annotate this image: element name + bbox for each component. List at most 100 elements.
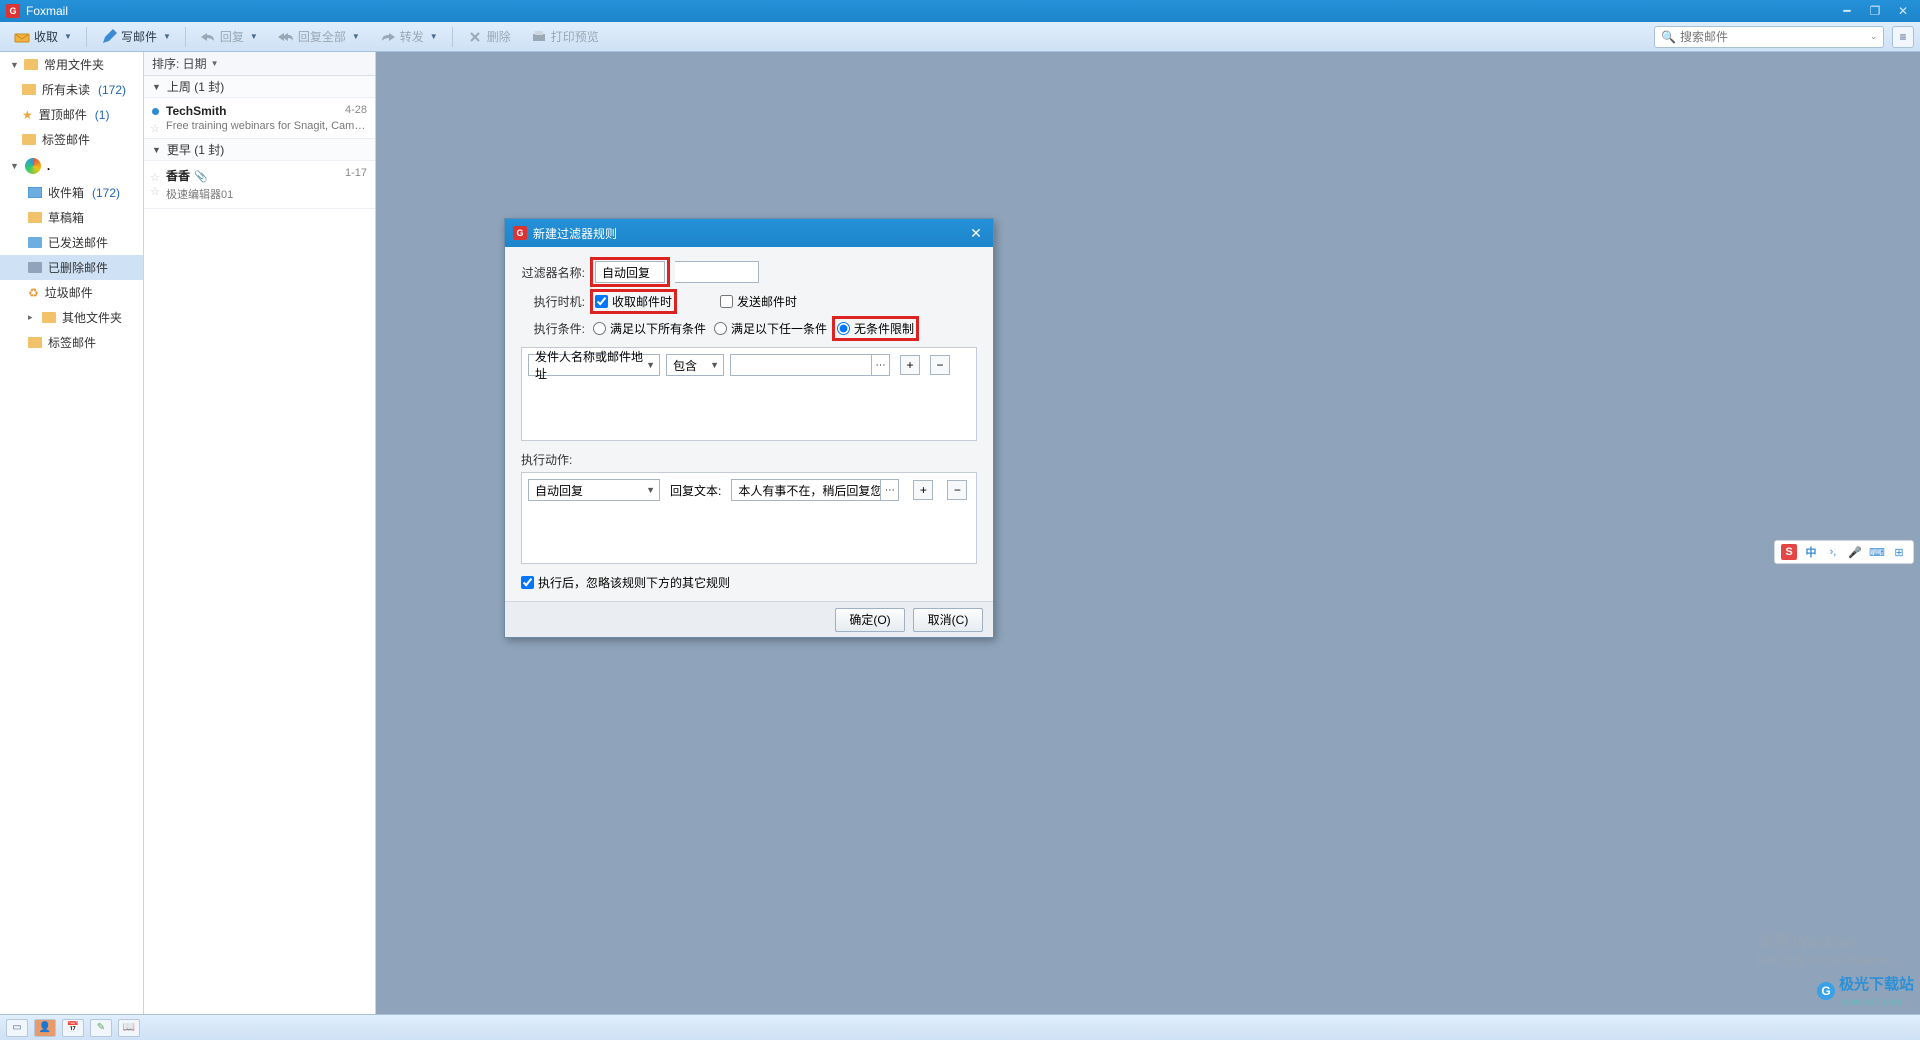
cond-any-input[interactable] <box>714 322 727 335</box>
reply-all-label: 回复全部 <box>298 28 346 45</box>
on-send-checkbox[interactable]: 发送邮件时 <box>720 293 797 310</box>
chevron-down-icon: ▼ <box>646 360 655 370</box>
cond-field-select[interactable]: 发件人名称或邮件地址 ▼ <box>528 354 660 376</box>
status-btn-3[interactable]: 📅 <box>62 1019 84 1037</box>
grid-icon[interactable]: ⊞ <box>1891 544 1907 560</box>
on-receive-check[interactable] <box>595 295 608 308</box>
mail-item[interactable]: ☆ TechSmith 4-28 Free training webinars … <box>144 98 375 139</box>
receive-button[interactable]: 收取 ▼ <box>6 25 80 48</box>
chevron-down-icon: ▼ <box>10 161 19 171</box>
skip-rest-check[interactable] <box>521 576 534 589</box>
search-input[interactable] <box>1680 30 1866 44</box>
highlight-none: 无条件限制 <box>832 316 919 341</box>
maximize-button[interactable]: ❐ <box>1864 3 1886 19</box>
cond-none-input[interactable] <box>837 322 850 335</box>
sidebar-pinned[interactable]: ★ 置顶邮件 (1) <box>0 102 143 127</box>
cond-value-input[interactable]: ⋯ <box>730 354 890 376</box>
star-icon[interactable]: ☆ <box>150 185 160 198</box>
dialog-close-button[interactable]: ✕ <box>967 224 985 242</box>
chevron-down-icon: ▼ <box>710 360 719 370</box>
cancel-button[interactable]: 取消(C) <box>913 608 983 632</box>
sidebar-tagged[interactable]: 标签邮件 <box>0 127 143 152</box>
delete-button[interactable]: 删除 <box>459 25 519 48</box>
minimize-button[interactable]: ━ <box>1836 3 1858 19</box>
status-btn-2[interactable]: 👤 <box>34 1019 56 1037</box>
sidebar-tags[interactable]: 标签邮件 <box>0 330 143 355</box>
sidebar-common-folder[interactable]: ▼ 常用文件夹 <box>0 52 143 77</box>
mic-icon[interactable]: 🎤 <box>1847 544 1863 560</box>
on-receive-checkbox[interactable]: 收取邮件时 <box>595 293 672 310</box>
cond-any-radio[interactable]: 满足以下任一条件 <box>714 320 827 337</box>
ellipsis-button[interactable]: ⋯ <box>880 480 898 500</box>
close-button[interactable]: ✕ <box>1892 3 1914 19</box>
cond-all-input[interactable] <box>593 322 606 335</box>
mail-date: 1-17 <box>345 167 367 184</box>
skip-rest-checkbox[interactable]: 执行后，忽略该规则下方的其它规则 <box>521 574 977 591</box>
chevron-down-icon: ▼ <box>250 32 258 41</box>
forward-button[interactable]: 转发 ▼ <box>372 25 446 48</box>
status-btn-5[interactable]: 📖 <box>118 1019 140 1037</box>
chevron-right-icon: ▸ <box>28 312 36 323</box>
inbox-icon <box>28 187 42 198</box>
on-send-check[interactable] <box>720 295 733 308</box>
chevron-down-icon: ▼ <box>430 32 438 41</box>
mail-group-header[interactable]: ▼ 上周 (1 封) <box>144 76 375 98</box>
remove-condition-button[interactable]: − <box>930 355 950 375</box>
group-title: 更早 (1 封) <box>167 141 224 158</box>
reply-button[interactable]: 回复 ▼ <box>192 25 266 48</box>
mail-item[interactable]: ☆ ☆ 香香📎 1-17 极速编辑器01 <box>144 161 375 209</box>
add-action-button[interactable]: + <box>913 480 933 500</box>
sidebar-label: 垃圾邮件 <box>45 284 93 301</box>
add-condition-button[interactable]: + <box>900 355 920 375</box>
sidebar-drafts[interactable]: 草稿箱 <box>0 205 143 230</box>
star-icon[interactable]: ☆ <box>150 171 160 184</box>
cond-none-radio[interactable]: 无条件限制 <box>837 320 914 337</box>
folder-icon <box>22 134 36 145</box>
reply-label: 回复 <box>220 28 244 45</box>
sidebar-other[interactable]: ▸ 其他文件夹 <box>0 305 143 330</box>
sidebar-label: 草稿箱 <box>48 209 84 226</box>
keyboard-icon[interactable]: ⌨ <box>1869 544 1885 560</box>
ime-punct[interactable]: ›, <box>1825 544 1841 560</box>
filter-name-input[interactable] <box>595 261 665 283</box>
cond-all-radio[interactable]: 满足以下所有条件 <box>593 320 706 337</box>
group-title: 上周 (1 封) <box>167 78 224 95</box>
sidebar-inbox[interactable]: 收件箱 (172) <box>0 180 143 205</box>
site-watermark: G 极光下载站 www.xz7.com <box>1817 973 1914 1008</box>
ellipsis-button[interactable]: ⋯ <box>871 355 889 375</box>
chevron-down-icon: ▼ <box>646 485 655 495</box>
action-type-value: 自动回复 <box>535 482 583 499</box>
watermark-subtitle: 转到"设置"以激活 Windows。 <box>1757 952 1901 968</box>
sidebar-sent[interactable]: 已发送邮件 <box>0 230 143 255</box>
sort-header[interactable]: 排序: 日期 ▼ <box>144 52 375 76</box>
print-preview-button[interactable]: 打印预览 <box>523 25 607 48</box>
star-icon[interactable]: ☆ <box>150 122 160 135</box>
reply-all-button[interactable]: 回复全部 ▼ <box>270 25 368 48</box>
status-btn-4[interactable]: ✎ <box>90 1019 112 1037</box>
ime-toolbar[interactable]: S 中 ›, 🎤 ⌨ ⊞ <box>1774 540 1914 564</box>
chevron-down-icon[interactable]: ⌄ <box>1870 32 1877 41</box>
cond-op-select[interactable]: 包含 ▼ <box>666 354 724 376</box>
sidebar-all-unread[interactable]: 所有未读 (172) <box>0 77 143 102</box>
sidebar-account[interactable]: ▼ . <box>0 152 143 180</box>
highlight-receive: 收取邮件时 <box>590 289 677 314</box>
action-type-select[interactable]: 自动回复 ▼ <box>528 479 660 501</box>
sidebar-label: 已删除邮件 <box>48 259 108 276</box>
list-menu-button[interactable]: ≡ <box>1892 26 1914 48</box>
folder-icon <box>42 312 56 323</box>
reply-text-input[interactable]: 本人有事不在，稍后回复您 ⋯ <box>731 479 899 501</box>
remove-action-button[interactable]: − <box>947 480 967 500</box>
sidebar-label: 常用文件夹 <box>44 56 104 73</box>
status-btn-1[interactable]: ▭ <box>6 1019 28 1037</box>
on-send-label: 发送邮件时 <box>737 293 797 310</box>
sidebar-count: (1) <box>95 108 110 122</box>
new-filter-dialog: G 新建过滤器规则 ✕ 过滤器名称: 执行时机: 收取邮件时 发送邮件 <box>504 218 994 638</box>
app-logo-icon: G <box>513 226 527 240</box>
sidebar-junk[interactable]: ♻ 垃圾邮件 <box>0 280 143 305</box>
search-box[interactable]: 🔍 ⌄ <box>1654 26 1884 48</box>
ok-button[interactable]: 确定(O) <box>835 608 905 632</box>
sidebar-deleted[interactable]: 已删除邮件 <box>0 255 143 280</box>
mail-group-header[interactable]: ▼ 更早 (1 封) <box>144 139 375 161</box>
compose-button[interactable]: 写邮件 ▼ <box>93 25 179 48</box>
ime-lang[interactable]: 中 <box>1803 544 1819 560</box>
